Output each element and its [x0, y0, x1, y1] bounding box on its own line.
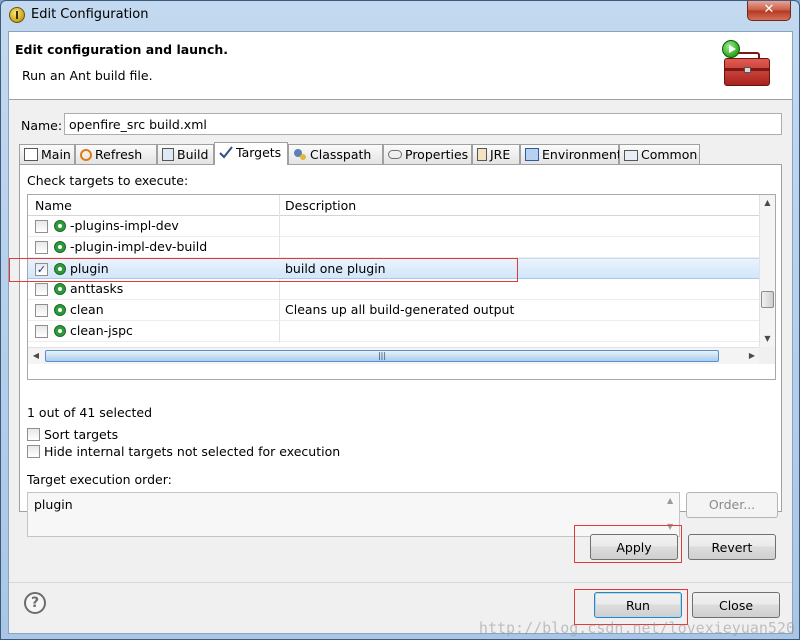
name-input[interactable]: [64, 113, 782, 135]
title-bar[interactable]: Edit Configuration ✕: [1, 1, 799, 31]
scroll-down-icon[interactable]: ▼: [760, 331, 775, 347]
run-badge-icon: [722, 40, 740, 58]
vertical-scrollbar[interactable]: ▲ ▼: [759, 195, 775, 347]
vertical-scroll-thumb[interactable]: [761, 291, 774, 308]
header-subtitle: Run an Ant build file.: [22, 68, 153, 83]
execution-order-value: plugin: [34, 497, 73, 512]
target-name: clean-jspc: [70, 323, 133, 338]
horizontal-scroll-thumb[interactable]: |||: [45, 350, 719, 362]
ant-target-icon: [54, 283, 66, 295]
ant-target-icon: [54, 304, 66, 316]
run-button[interactable]: Run: [594, 592, 682, 618]
tab-main[interactable]: Main: [19, 144, 75, 164]
main-icon: [24, 148, 38, 161]
table-row[interactable]: -plugin-impl-dev-build: [28, 237, 761, 258]
target-name: -plugins-impl-dev: [70, 218, 179, 233]
refresh-icon: [80, 149, 92, 161]
hide-internal-targets-label: Hide internal targets not selected for e…: [44, 444, 341, 459]
horizontal-scrollbar[interactable]: ◀ ||| ▶: [28, 347, 761, 364]
ant-target-icon: [54, 325, 66, 337]
scrollbar-corner: [759, 347, 775, 364]
tab-build[interactable]: Build: [157, 144, 214, 164]
dialog-body: Edit configuration and launch. Run an An…: [8, 31, 793, 634]
target-checkbox[interactable]: [35, 220, 48, 233]
tab-common[interactable]: Common: [619, 144, 700, 164]
target-checkbox[interactable]: [35, 325, 48, 338]
execution-order-label: Target execution order:: [27, 472, 172, 487]
target-name: anttasks: [70, 281, 124, 296]
run-toolbox-icon: [722, 40, 774, 92]
app-icon: [9, 7, 25, 23]
jre-icon: [477, 148, 487, 161]
tab-classpath[interactable]: Classpath: [288, 144, 383, 164]
sort-targets-label: Sort targets: [44, 427, 119, 442]
scroll-left-icon[interactable]: ◀: [28, 348, 44, 364]
targets-icon: [219, 146, 233, 159]
close-button[interactable]: Close: [692, 592, 780, 618]
name-label: Name:: [21, 118, 63, 133]
target-description: build one plugin: [285, 261, 386, 276]
target-name: -plugin-impl-dev-build: [70, 239, 208, 254]
properties-icon: [388, 150, 402, 159]
target-checkbox[interactable]: [35, 283, 48, 296]
tab-environment[interactable]: Environment: [520, 144, 622, 164]
order-button[interactable]: Order...: [686, 492, 778, 518]
scroll-up-icon[interactable]: ▲: [667, 496, 673, 505]
tab-refresh[interactable]: Refresh: [75, 144, 157, 164]
common-icon: [624, 150, 638, 161]
window-close-button[interactable]: ✕: [747, 1, 791, 21]
target-checkbox[interactable]: [35, 241, 48, 254]
environment-icon: [525, 148, 539, 161]
target-checkbox-checked[interactable]: ✓: [35, 263, 48, 276]
target-name: plugin: [70, 261, 109, 276]
table-row-selected[interactable]: ✓ plugin build one plugin: [28, 258, 761, 279]
table-row[interactable]: -plugins-impl-dev: [28, 216, 761, 237]
revert-button[interactable]: Revert: [688, 534, 776, 560]
ant-target-icon: [54, 241, 66, 253]
header-title: Edit configuration and launch.: [15, 42, 229, 57]
table-header: Name Description: [28, 195, 761, 216]
tab-jre[interactable]: JRE: [472, 144, 520, 164]
build-icon: [162, 148, 174, 161]
check-targets-label: Check targets to execute:: [27, 173, 189, 188]
targets-table: Name Description -plugins-impl-dev -plug…: [27, 194, 776, 380]
selection-count: 1 out of 41 selected: [27, 405, 153, 420]
ant-target-icon: [54, 220, 66, 232]
help-icon[interactable]: ?: [24, 592, 46, 614]
hide-internal-targets-checkbox[interactable]: [27, 445, 40, 458]
table-row[interactable]: clean Cleans up all build-generated outp…: [28, 300, 761, 321]
tab-targets[interactable]: Targets: [214, 142, 288, 165]
dialog-header: Edit configuration and launch. Run an An…: [9, 32, 792, 100]
target-name: clean: [70, 302, 104, 317]
window-title: Edit Configuration: [31, 7, 149, 22]
column-header-description[interactable]: Description: [285, 198, 356, 213]
watermark-text: http://blog.csdn.net/lovexieyuan520: [478, 619, 795, 637]
ant-target-icon: [54, 263, 66, 275]
tab-properties[interactable]: Properties: [383, 144, 472, 164]
edit-configuration-window: Edit Configuration ✕ Edit configuration …: [0, 0, 800, 640]
target-description: Cleans up all build-generated output: [285, 302, 515, 317]
apply-button[interactable]: Apply: [590, 534, 678, 560]
sort-targets-checkbox[interactable]: [27, 428, 40, 441]
targets-tab-panel: Check targets to execute: Name Descripti…: [19, 164, 782, 537]
tab-strip: Main Refresh Build Targets Classpath Pro…: [19, 142, 782, 165]
table-row[interactable]: anttasks: [28, 279, 761, 300]
scroll-right-icon[interactable]: ▶: [744, 348, 760, 364]
scroll-up-icon[interactable]: ▲: [760, 195, 775, 211]
target-checkbox[interactable]: [35, 304, 48, 317]
button-bar-separator: [9, 582, 792, 583]
classpath-icon: [293, 148, 307, 161]
table-row[interactable]: clean-jspc: [28, 321, 761, 342]
order-box-scrollbar[interactable]: ▲ ▼: [663, 493, 679, 536]
scroll-down-icon[interactable]: ▼: [667, 522, 673, 531]
execution-order-box[interactable]: plugin ▲ ▼: [27, 492, 680, 537]
column-header-name[interactable]: Name: [35, 198, 72, 213]
